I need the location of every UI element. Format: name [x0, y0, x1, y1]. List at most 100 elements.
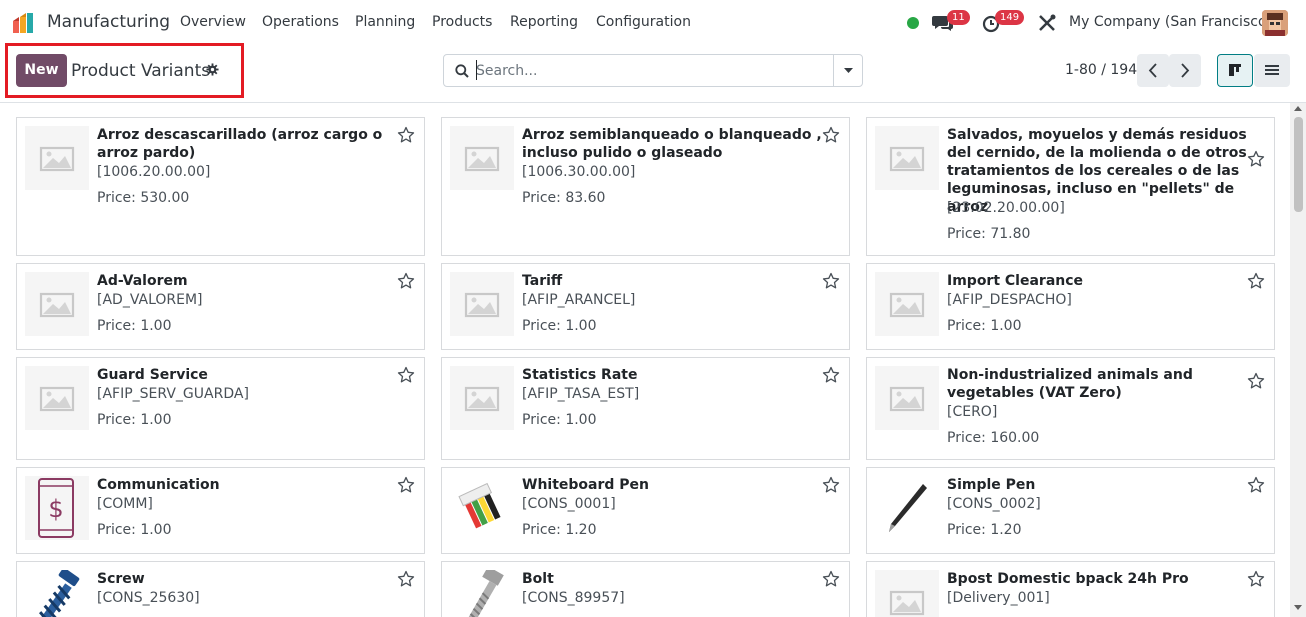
- product-code: [1006.20.00.00]: [97, 164, 211, 180]
- product-image: [875, 476, 939, 540]
- product-price: Price: 1.00: [97, 318, 172, 334]
- product-name: Simple Pen: [947, 477, 1036, 493]
- product-card[interactable]: Whiteboard Pen [CONS_0001] Price: 1.20: [441, 467, 850, 554]
- product-card[interactable]: Non-industrialized animals and vegetable…: [866, 357, 1275, 460]
- product-card[interactable]: Ad-Valorem [AD_VALOREM] Price: 1.00: [16, 263, 425, 350]
- pager-previous-button[interactable]: [1137, 54, 1169, 87]
- favorite-star-icon[interactable]: [822, 272, 840, 290]
- product-card[interactable]: $ Communication [COMM] Price: 1.00: [16, 467, 425, 554]
- favorite-star-icon[interactable]: [822, 366, 840, 384]
- placeholder-image-icon: [875, 570, 939, 617]
- menu-configuration[interactable]: Configuration: [596, 14, 691, 30]
- placeholder-image-icon: [875, 126, 939, 190]
- new-button[interactable]: New: [16, 54, 67, 87]
- product-price: Price: 530.00: [97, 190, 190, 206]
- search-input[interactable]: [476, 60, 826, 82]
- manufacturing-app-icon[interactable]: [12, 12, 38, 34]
- product-code: [AFIP_TASA_EST]: [522, 386, 640, 402]
- presence-status-dot: [907, 17, 919, 29]
- product-image: [450, 476, 514, 540]
- product-card[interactable]: Statistics Rate [AFIP_TASA_EST] Price: 1.0…: [441, 357, 850, 460]
- product-name: Communication: [97, 477, 220, 493]
- search-bar[interactable]: [443, 54, 863, 87]
- pager-value[interactable]: 1-80 / 194: [1065, 62, 1137, 78]
- favorite-star-icon[interactable]: [397, 272, 415, 290]
- kanban-view-button[interactable]: [1217, 54, 1253, 87]
- product-price: Price: 160.00: [947, 430, 1040, 446]
- favorite-star-icon[interactable]: [822, 476, 840, 494]
- menu-planning[interactable]: Planning: [355, 14, 415, 30]
- list-icon: [1265, 65, 1279, 75]
- product-name: Guard Service: [97, 367, 208, 383]
- product-card[interactable]: Arroz semiblanqueado o blanqueado , incl…: [441, 117, 850, 256]
- product-code: [Delivery_001]: [947, 590, 1050, 606]
- debug-tools-icon[interactable]: [1037, 13, 1057, 33]
- product-code: [1006.30.00.00]: [522, 164, 636, 180]
- caret-down-icon: [844, 68, 853, 73]
- product-price: Price: 83.60: [522, 190, 606, 206]
- scrollbar-thumb[interactable]: [1294, 117, 1303, 212]
- favorite-star-icon[interactable]: [397, 476, 415, 494]
- placeholder-image-icon: [25, 366, 89, 430]
- product-card[interactable]: Arroz descascarillado (arroz cargo o arr…: [16, 117, 425, 256]
- text-cursor: [476, 60, 477, 80]
- favorite-star-icon[interactable]: [1247, 372, 1265, 390]
- pager-next-button[interactable]: [1169, 54, 1201, 87]
- favorite-star-icon[interactable]: [1247, 150, 1265, 168]
- product-card[interactable]: Screw [CONS_25630]: [16, 561, 425, 617]
- favorite-star-icon[interactable]: [1247, 476, 1265, 494]
- favorite-star-icon[interactable]: [397, 126, 415, 144]
- company-switcher[interactable]: My Company (San Francisco): [1069, 14, 1272, 30]
- menu-operations[interactable]: Operations: [262, 14, 339, 30]
- menu-overview[interactable]: Overview: [180, 14, 246, 30]
- product-card[interactable]: Tariff [AFIP_ARANCEL] Price: 1.00: [441, 263, 850, 350]
- gear-icon[interactable]: [206, 63, 219, 76]
- favorite-star-icon[interactable]: [1247, 272, 1265, 290]
- product-code: [COMM]: [97, 496, 153, 512]
- top-navbar: Manufacturing Overview Operations Planni…: [0, 0, 1306, 46]
- product-code: [AFIP_DESPACHO]: [947, 292, 1072, 308]
- placeholder-image-icon: [875, 366, 939, 430]
- product-card[interactable]: Import Clearance [AFIP_DESPACHO] Price: 1.…: [866, 263, 1275, 350]
- product-code: [CONS_89957]: [522, 590, 625, 606]
- menu-products[interactable]: Products: [432, 14, 492, 30]
- product-card[interactable]: Guard Service [AFIP_SERV_GUARDA] Price: 1.…: [16, 357, 425, 460]
- product-code: [CERO]: [947, 404, 998, 420]
- product-card[interactable]: Bpost Domestic bpack 24h Pro [Delivery_00…: [866, 561, 1275, 617]
- product-name: Tariff: [522, 273, 563, 289]
- page-title[interactable]: Product Variants: [71, 61, 210, 81]
- product-code: [AFIP_ARANCEL]: [522, 292, 636, 308]
- favorite-star-icon[interactable]: [397, 570, 415, 588]
- list-view-button[interactable]: [1254, 54, 1290, 87]
- messages-badge: 11: [947, 10, 970, 25]
- product-code: [CONS_25630]: [97, 590, 200, 606]
- product-name: Arroz descascarillado (arroz cargo o arr…: [97, 127, 383, 161]
- product-code: [AFIP_SERV_GUARDA]: [97, 386, 249, 402]
- product-name: Statistics Rate: [522, 367, 638, 383]
- product-name: Bolt: [522, 571, 554, 587]
- placeholder-image-icon: [25, 126, 89, 190]
- product-card[interactable]: Salvados, moyuelos y demás residuos del …: [866, 117, 1275, 256]
- chevron-right-icon: [1181, 63, 1190, 78]
- favorite-star-icon[interactable]: [397, 366, 415, 384]
- placeholder-image-icon: [875, 272, 939, 336]
- favorite-star-icon[interactable]: [1247, 570, 1265, 588]
- scroll-up-arrow-icon[interactable]: [1294, 106, 1302, 111]
- favorite-star-icon[interactable]: [822, 570, 840, 588]
- user-avatar[interactable]: [1262, 10, 1288, 36]
- search-options-toggle[interactable]: [833, 55, 862, 86]
- kanban-view: Arroz descascarillado (arroz cargo o arr…: [0, 103, 1290, 617]
- product-code: [23.02.20.00.00]: [947, 200, 1065, 216]
- placeholder-image-icon: [25, 272, 89, 336]
- scroll-down-arrow-icon[interactable]: [1294, 605, 1302, 610]
- product-code: [CONS_0001]: [522, 496, 616, 512]
- product-card[interactable]: Bolt [CONS_89957]: [441, 561, 850, 617]
- product-image: [450, 570, 514, 617]
- app-name[interactable]: Manufacturing: [47, 12, 170, 32]
- svg-text:$: $: [48, 495, 63, 523]
- favorite-star-icon[interactable]: [822, 126, 840, 144]
- product-code: [CONS_0002]: [947, 496, 1041, 512]
- menu-reporting[interactable]: Reporting: [510, 14, 578, 30]
- product-card[interactable]: Simple Pen [CONS_0002] Price: 1.20: [866, 467, 1275, 554]
- product-code: [AD_VALOREM]: [97, 292, 203, 308]
